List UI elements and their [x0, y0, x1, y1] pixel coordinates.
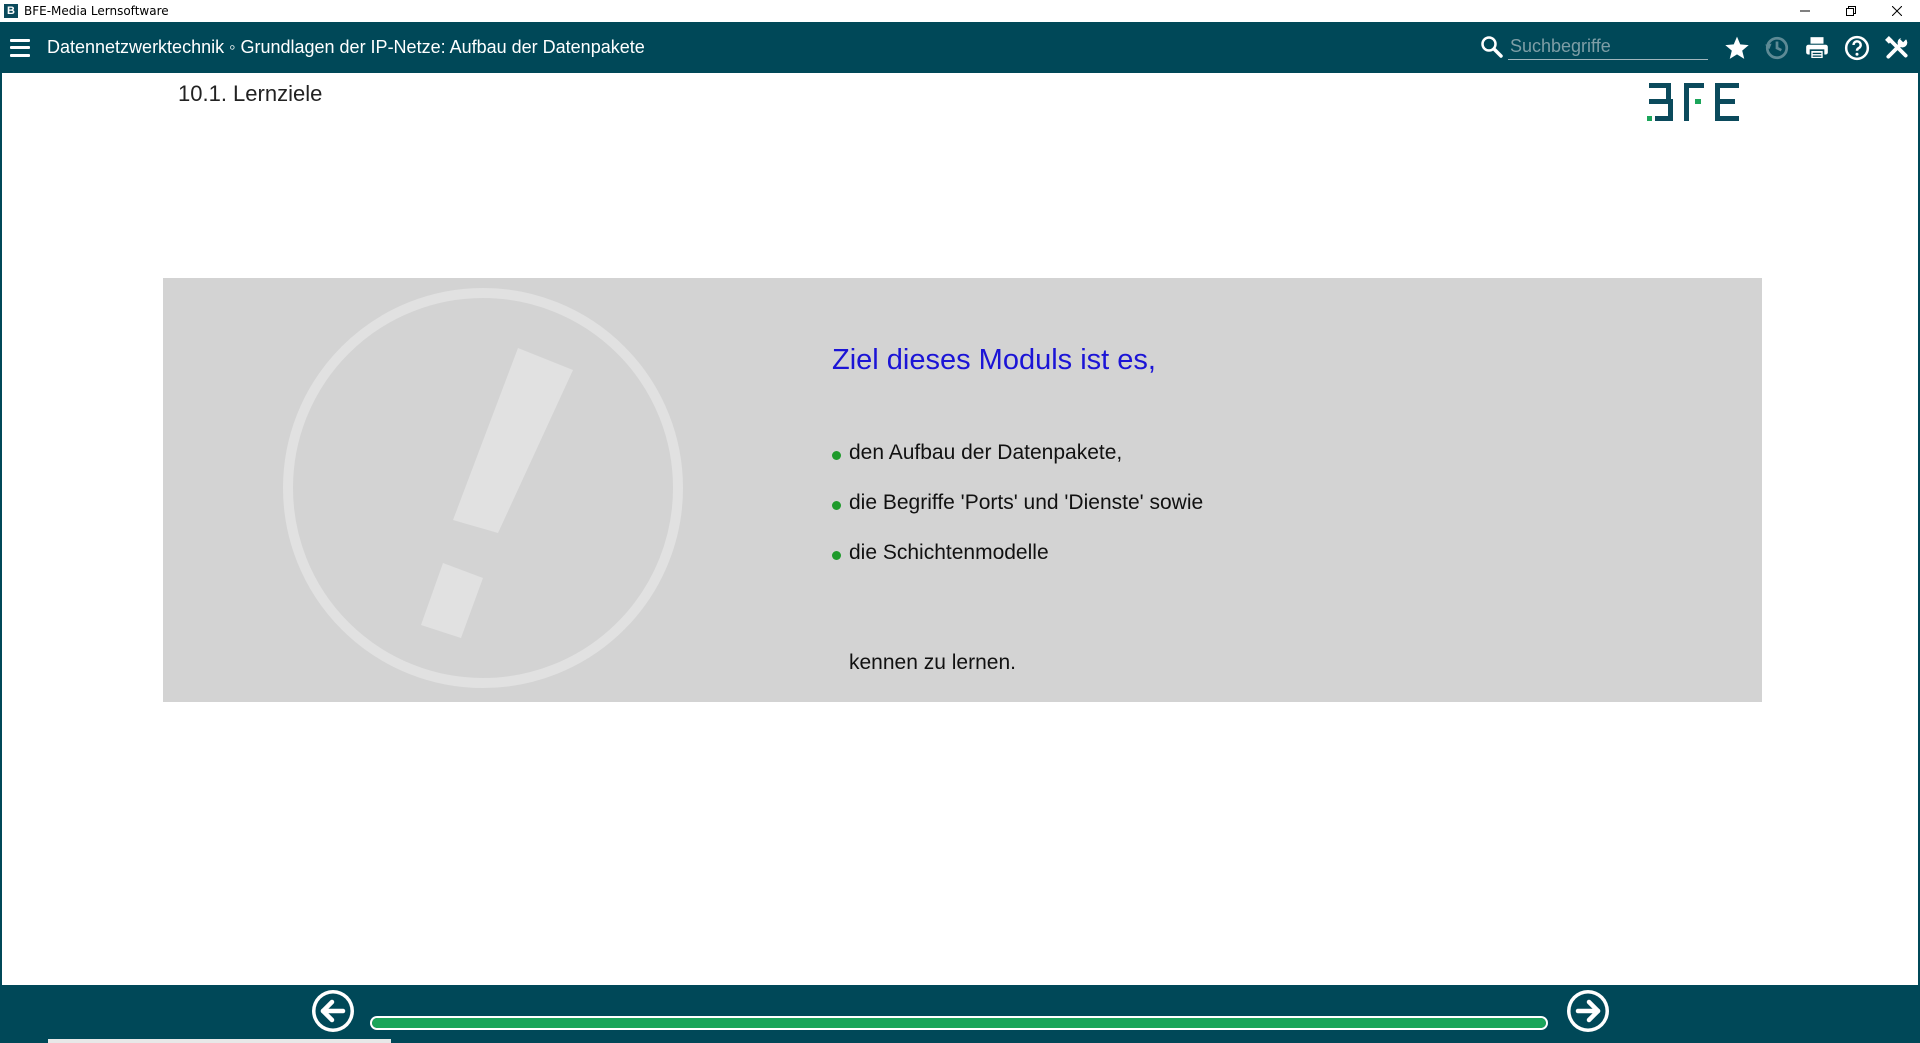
list-item: den Aufbau der Datenpakete, [832, 428, 1203, 478]
progress-fill [372, 1018, 1546, 1028]
close-icon [1892, 6, 1902, 16]
previous-page-button[interactable] [309, 985, 357, 1033]
window-titlebar: B BFE-Media Lernsoftware [0, 0, 1920, 22]
bullet-icon [832, 550, 841, 560]
search-area [1480, 34, 1708, 60]
bookmark-button[interactable] [1723, 34, 1751, 62]
content-area: 10.1. Lernziele Ziel dieses Moduls ist e… [0, 73, 1920, 985]
exclamation-icon [283, 288, 683, 688]
bfe-logo [1647, 83, 1739, 121]
print-button[interactable] [1803, 34, 1831, 62]
goal-heading: Ziel dieses Moduls ist es, [832, 344, 1156, 376]
goal-text: die Schichtenmodelle [849, 541, 1049, 564]
list-item: die Begriffe 'Ports' und 'Dienste' sowie [832, 478, 1203, 528]
star-icon [1725, 36, 1749, 59]
restore-button[interactable] [1828, 0, 1874, 22]
search-input[interactable] [1508, 34, 1708, 60]
toolbar-icons [1723, 34, 1911, 62]
breadcrumb: Datennetzwerktechnik ◦ Grundlagen der IP… [47, 37, 645, 57]
help-button[interactable] [1843, 34, 1871, 62]
goal-list: den Aufbau der Datenpakete, die Begriffe… [832, 428, 1203, 578]
close-button[interactable] [1874, 0, 1920, 22]
history-button[interactable] [1763, 34, 1791, 62]
taskbar-strip [48, 1039, 391, 1043]
learning-goals-panel: Ziel dieses Moduls ist es, den Aufbau de… [163, 278, 1762, 702]
window-title: BFE-Media Lernsoftware [24, 4, 169, 18]
hamburger-menu-button[interactable] [10, 38, 30, 57]
list-item: die Schichtenmodelle [832, 528, 1203, 578]
tools-icon [1885, 35, 1908, 59]
bottom-navigation [0, 985, 1920, 1043]
goal-text: die Begriffe 'Ports' und 'Dienste' sowie [849, 491, 1204, 514]
menu-line [10, 46, 30, 49]
restore-icon [1846, 6, 1856, 16]
app-icon: B [4, 4, 18, 18]
window-controls [1782, 0, 1920, 22]
next-page-button[interactable] [1564, 985, 1612, 1033]
page-title: 10.1. Lernziele [178, 81, 323, 106]
help-icon [1844, 35, 1870, 61]
goal-footer: kennen zu lernen. [849, 651, 1016, 674]
search-icon[interactable] [1480, 35, 1504, 59]
history-icon [1765, 36, 1789, 60]
app-toolbar: Datennetzwerktechnik ◦ Grundlagen der IP… [0, 22, 1920, 73]
tools-button[interactable] [1883, 34, 1911, 62]
minimize-button[interactable] [1782, 0, 1828, 22]
goal-text: den Aufbau der Datenpakete, [849, 441, 1123, 464]
minimize-icon [1800, 10, 1810, 12]
bullet-icon [832, 500, 841, 510]
print-icon [1806, 37, 1828, 60]
bullet-icon [832, 450, 841, 460]
menu-line [10, 53, 30, 57]
progress-bar[interactable] [370, 1016, 1548, 1030]
menu-line [10, 38, 30, 42]
